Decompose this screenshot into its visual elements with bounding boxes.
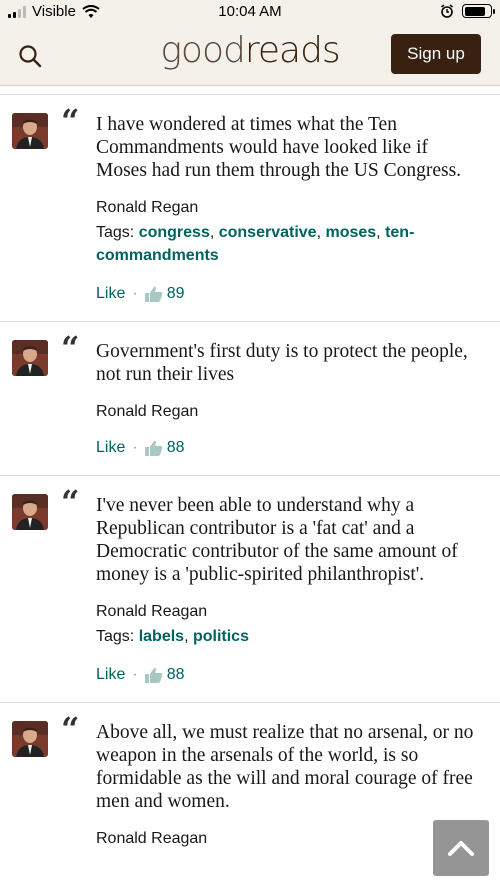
quote-item: “ I have wondered at times what the Ten … [0, 95, 500, 322]
status-right [440, 4, 495, 18]
tag-link[interactable]: politics [193, 628, 249, 645]
quote-tags: Tags: labels, politics [96, 628, 249, 645]
quote-author[interactable]: Ronald Regan [96, 403, 480, 421]
sign-up-button[interactable]: Sign up [391, 34, 481, 74]
quote-mark-icon: “ [61, 483, 80, 521]
quote-text: I have wondered at times what the Ten Co… [96, 114, 462, 181]
author-portrait-image [12, 340, 48, 376]
author-avatar[interactable] [12, 340, 48, 376]
separator-dot: · [132, 285, 138, 302]
quote-author[interactable]: Ronald Reagan [96, 603, 480, 621]
author-portrait-image [12, 113, 48, 149]
quote-author[interactable]: Ronald Reagan [96, 830, 480, 848]
separator-dot: · [132, 439, 138, 456]
quote-mark-icon: “ [61, 710, 80, 748]
quote-item: “ Government's first duty is to protect … [0, 322, 500, 476]
author-portrait-image [12, 721, 48, 757]
tag-link[interactable]: conservative [219, 224, 317, 241]
quote-tags: Tags: congress, conservative, moses, ten… [96, 224, 415, 264]
quote-mark-icon: “ [61, 329, 80, 367]
like-count[interactable]: 88 [167, 439, 185, 457]
thumbs-up-icon [144, 667, 163, 683]
like-row: Like · 89 [96, 285, 480, 303]
tag-link[interactable]: moses [325, 224, 376, 241]
like-button[interactable]: Like [96, 285, 125, 303]
app-header: goodreads Sign up [0, 24, 500, 86]
scroll-to-top-button[interactable] [433, 820, 489, 876]
author-avatar[interactable] [12, 721, 48, 757]
tag-link[interactable]: labels [139, 628, 184, 645]
quote-author[interactable]: Ronald Regan [96, 199, 480, 217]
like-button[interactable]: Like [96, 666, 125, 684]
author-portrait-image [12, 494, 48, 530]
quote-item: “ I've never been able to understand why… [0, 476, 500, 703]
quote-item: “ Above all, we must realize that no ars… [0, 703, 500, 866]
like-count[interactable]: 89 [167, 285, 185, 303]
quote-list: “ I have wondered at times what the Ten … [0, 94, 500, 866]
quote-mark-icon: “ [61, 102, 80, 140]
like-count[interactable]: 88 [167, 666, 185, 684]
status-time: 10:04 AM [218, 3, 282, 20]
quote-text: Government's first duty is to protect th… [96, 341, 468, 385]
separator-dot: · [132, 666, 138, 683]
like-row: Like · 88 [96, 666, 480, 684]
thumbs-up-icon [144, 286, 163, 302]
alarm-icon [441, 4, 453, 18]
author-avatar[interactable] [12, 113, 48, 149]
quote-text: I've never been able to understand why a… [96, 495, 458, 585]
thumbs-up-icon [144, 440, 163, 456]
like-row: Like · 88 [96, 439, 480, 457]
tag-link[interactable]: congress [139, 224, 210, 241]
logo-part-reads: reads [244, 30, 341, 71]
like-button[interactable]: Like [96, 439, 125, 457]
logo-part-good: good [160, 30, 246, 71]
status-bar: Visible 10:04 AM [0, 0, 500, 24]
author-avatar[interactable] [12, 494, 48, 530]
battery-icon [462, 4, 495, 18]
quote-text: Above all, we must realize that no arsen… [96, 722, 474, 812]
chevron-up-icon [448, 841, 474, 856]
tags-label: Tags: [96, 628, 135, 645]
tags-label: Tags: [96, 224, 135, 241]
